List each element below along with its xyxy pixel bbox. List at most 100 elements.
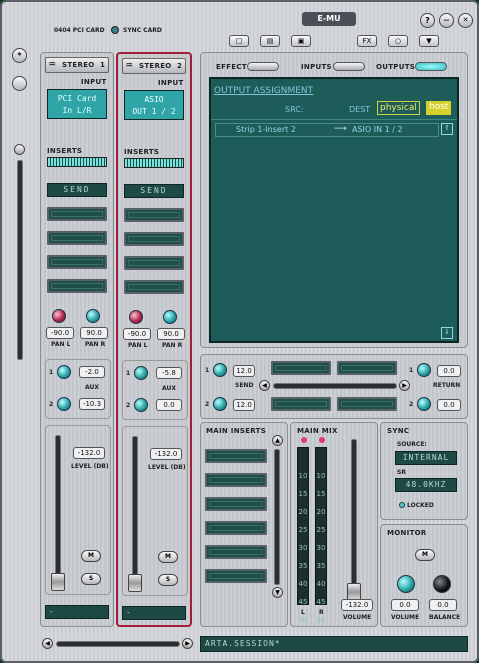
insert-slot-4[interactable] bbox=[47, 279, 107, 293]
aux1-value[interactable]: -5.8 bbox=[156, 367, 182, 379]
level-fader-track[interactable] bbox=[55, 435, 61, 590]
send1-knob[interactable] bbox=[213, 363, 227, 377]
help-button[interactable]: ? bbox=[420, 13, 435, 28]
aux2-knob[interactable] bbox=[57, 397, 71, 411]
send1-value[interactable]: 12.0 bbox=[233, 365, 255, 377]
sync-source-display[interactable]: INTERNAL bbox=[395, 451, 457, 465]
insert-slot-1[interactable] bbox=[124, 208, 184, 222]
send2-knob[interactable] bbox=[213, 397, 227, 411]
host-tab[interactable]: host bbox=[426, 101, 452, 115]
return2-knob[interactable] bbox=[417, 397, 431, 411]
assignment-row[interactable]: Strip 1-Insert 2 ⟶ ASIO IN 1 / 2 bbox=[215, 123, 439, 137]
fx-button[interactable]: FX bbox=[357, 35, 377, 47]
pan-right-knob[interactable] bbox=[163, 310, 177, 324]
aux2-value[interactable]: -10.3 bbox=[79, 398, 105, 410]
main-insert-slot-3[interactable] bbox=[205, 497, 267, 511]
level-fader-handle[interactable] bbox=[51, 573, 65, 591]
insert-slot-2[interactable] bbox=[124, 232, 184, 246]
sample-rate-display[interactable]: 48.0KHZ bbox=[395, 478, 457, 492]
send-scrollbar[interactable] bbox=[273, 383, 397, 389]
dropdown-button[interactable]: ▼ bbox=[419, 35, 439, 47]
input-selector[interactable]: PCI Card In L/R bbox=[47, 89, 107, 119]
main-insert-slot-6[interactable] bbox=[205, 569, 267, 583]
strip-name-field[interactable]: - bbox=[45, 605, 109, 619]
main-insert-slot-1[interactable] bbox=[205, 449, 267, 463]
return1-knob[interactable] bbox=[417, 363, 431, 377]
level-fader-track[interactable] bbox=[132, 436, 138, 591]
insert-slot-3[interactable] bbox=[47, 255, 107, 269]
input-selector[interactable]: ASIO OUT 1 / 2 bbox=[124, 90, 184, 120]
aux1-value[interactable]: -2.0 bbox=[79, 366, 105, 378]
pan-right-value[interactable]: 90.0 bbox=[157, 328, 185, 340]
aux1-knob[interactable] bbox=[134, 366, 148, 380]
save-session-button[interactable]: ▣ bbox=[291, 35, 311, 47]
send-scroll-right-button[interactable]: ▶ bbox=[399, 380, 410, 391]
physical-tab[interactable]: physical bbox=[377, 101, 420, 115]
return2-value[interactable]: 0.0 bbox=[437, 399, 461, 411]
tab-outputs[interactable] bbox=[415, 62, 447, 71]
close-button[interactable]: ✕ bbox=[458, 13, 473, 28]
main-inserts-scrollbar[interactable] bbox=[274, 449, 280, 585]
insert-slot-1[interactable] bbox=[47, 207, 107, 221]
monitor-volume-value[interactable]: 0.0 bbox=[391, 599, 419, 611]
aux1-knob[interactable] bbox=[57, 365, 71, 379]
send-insert-slot[interactable]: SEND bbox=[47, 183, 107, 197]
main-insert-slot-4[interactable] bbox=[205, 521, 267, 535]
send-slot-2[interactable] bbox=[337, 361, 397, 375]
send-slot-4[interactable] bbox=[337, 397, 397, 411]
return1-value[interactable]: 0.0 bbox=[437, 365, 461, 377]
pan-left-value[interactable]: -90.0 bbox=[46, 327, 74, 339]
level-value[interactable]: -132.0 bbox=[150, 448, 182, 460]
pan-right-knob[interactable] bbox=[86, 309, 100, 323]
new-session-button[interactable]: □ bbox=[229, 35, 249, 47]
aux2-value[interactable]: 0.0 bbox=[156, 399, 182, 411]
monitor-balance-knob[interactable] bbox=[433, 575, 451, 593]
record-button[interactable]: ○ bbox=[388, 35, 408, 47]
strip-scroll-left-button[interactable]: ◀ bbox=[42, 638, 53, 649]
strip-scroll-right-button[interactable]: ▶ bbox=[182, 638, 193, 649]
tab-effect[interactable] bbox=[247, 62, 279, 71]
main-volume-fader-track[interactable] bbox=[351, 439, 357, 597]
main-insert-slot-5[interactable] bbox=[205, 545, 267, 559]
level-fader-handle[interactable] bbox=[128, 574, 142, 592]
main-inserts-scroll-down-button[interactable]: ▼ bbox=[272, 587, 283, 598]
monitor-mute-button[interactable]: M bbox=[415, 549, 435, 561]
clip-led-right bbox=[319, 437, 325, 443]
solo-button[interactable]: S bbox=[158, 574, 178, 586]
list-scroll-up-button[interactable]: ⇑ bbox=[441, 123, 453, 135]
solo-button[interactable]: S bbox=[81, 573, 101, 585]
send-slot-1[interactable] bbox=[271, 361, 331, 375]
send-slot-3[interactable] bbox=[271, 397, 331, 411]
mute-button[interactable]: M bbox=[81, 550, 101, 562]
card-indicator-icon bbox=[111, 26, 119, 34]
strip-scrollbar[interactable] bbox=[56, 641, 180, 647]
pan-left-value[interactable]: -90.0 bbox=[123, 328, 151, 340]
send-scroll-left-button[interactable]: ◀ bbox=[259, 380, 270, 391]
side-scrollbar[interactable] bbox=[17, 160, 23, 360]
main-volume-value[interactable]: -132.0 bbox=[341, 599, 373, 611]
list-scroll-down-button[interactable]: ⇓ bbox=[441, 327, 453, 339]
main-insert-slot-2[interactable] bbox=[205, 473, 267, 487]
pan-left-knob[interactable] bbox=[129, 310, 143, 324]
side-toggle-button[interactable] bbox=[12, 76, 27, 91]
strip-name-field[interactable]: - bbox=[122, 606, 186, 620]
insert-slot-3[interactable] bbox=[124, 256, 184, 270]
aux2-knob[interactable] bbox=[134, 398, 148, 412]
monitor-balance-value[interactable]: 0.0 bbox=[429, 599, 457, 611]
main-inserts-scroll-up-button[interactable]: ▲ bbox=[272, 435, 283, 446]
send-insert-slot[interactable]: SEND bbox=[124, 184, 184, 198]
tab-inputs[interactable] bbox=[333, 62, 365, 71]
mute-button[interactable]: M bbox=[158, 551, 178, 563]
minimize-button[interactable]: — bbox=[439, 13, 454, 28]
pan-left-knob[interactable] bbox=[52, 309, 66, 323]
pan-right-value[interactable]: 90.0 bbox=[80, 327, 108, 339]
monitor-volume-knob[interactable] bbox=[397, 575, 415, 593]
send2-value[interactable]: 12.0 bbox=[233, 399, 255, 411]
open-session-button[interactable]: ▤ bbox=[260, 35, 280, 47]
insert-slot-4[interactable] bbox=[124, 280, 184, 294]
insert-slot-2[interactable] bbox=[47, 231, 107, 245]
side-scroll-up-button[interactable] bbox=[14, 144, 25, 155]
level-value[interactable]: -132.0 bbox=[73, 447, 105, 459]
star-button[interactable]: * bbox=[12, 48, 27, 63]
output-assignment-title: OUTPUT ASSIGNMENT bbox=[214, 86, 314, 96]
